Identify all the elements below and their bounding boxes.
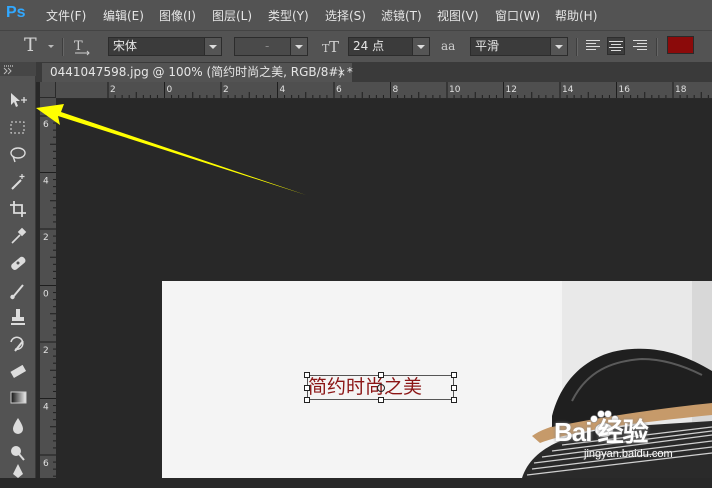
- ruler-label: 4: [280, 85, 286, 95]
- menu-filter[interactable]: 滤镜(T): [381, 7, 422, 24]
- history-brush-tool-icon[interactable]: [6, 333, 30, 355]
- gradient-tool-icon[interactable]: [6, 387, 30, 409]
- ruler-label: 18: [675, 85, 687, 95]
- transform-handle[interactable]: [451, 397, 457, 403]
- transform-handle[interactable]: [378, 397, 384, 403]
- ruler-label: 2: [110, 85, 116, 95]
- menu-window[interactable]: 窗口(W): [495, 7, 540, 24]
- text-tool-preset-icon[interactable]: T: [24, 34, 37, 56]
- menu-help[interactable]: 帮助(H): [555, 7, 597, 24]
- align-center-button[interactable]: [607, 37, 625, 55]
- antialias-select[interactable]: 平滑: [470, 37, 568, 56]
- svg-text:T: T: [329, 38, 339, 56]
- font-style-select[interactable]: -: [234, 37, 308, 56]
- pen-tool-icon[interactable]: [6, 462, 30, 484]
- menu-bar: Ps 文件(F) 编辑(E) 图像(I) 图层(L) 类型(Y) 选择(S) 滤…: [0, 0, 712, 30]
- eraser-tool-icon[interactable]: [6, 360, 30, 382]
- ruler-label: 4: [43, 403, 49, 413]
- vertical-ruler[interactable]: 6 4 2 0 2 4 6: [40, 98, 57, 478]
- ruler-label: 6: [43, 459, 49, 469]
- chevron-down-icon: [290, 38, 307, 55]
- dodge-tool-icon[interactable]: [6, 441, 30, 463]
- menu-image[interactable]: 图像(I): [159, 7, 196, 24]
- tools-panel-header[interactable]: [0, 62, 36, 76]
- font-family-select[interactable]: 宋体: [108, 37, 222, 56]
- transform-handle[interactable]: [378, 372, 384, 378]
- menu-type[interactable]: 类型(Y): [268, 7, 309, 24]
- ruler-label: 6: [43, 120, 49, 130]
- antialias-icon: aa: [441, 39, 456, 53]
- move-tool-icon[interactable]: [6, 90, 30, 112]
- transform-handle[interactable]: [451, 372, 457, 378]
- ruler-label: 10: [449, 85, 461, 95]
- clone-stamp-tool-icon[interactable]: [6, 306, 30, 328]
- menu-edit[interactable]: 编辑(E): [103, 7, 144, 24]
- preset-dropdown-icon[interactable]: [48, 45, 54, 48]
- watermark-brand: Bai 经验: [554, 417, 649, 447]
- ruler-origin[interactable]: [40, 82, 56, 98]
- options-bar: T T 宋体 - TT 24 点 aa 平滑: [0, 30, 712, 64]
- ruler-label: 2: [223, 85, 229, 95]
- menu-view[interactable]: 视图(V): [437, 7, 479, 24]
- text-orientation-icon[interactable]: T: [72, 37, 92, 57]
- font-size-icon: TT: [322, 37, 344, 57]
- transform-handle[interactable]: [304, 372, 310, 378]
- antialias-value: 平滑: [475, 39, 500, 53]
- ruler-label: 16: [619, 85, 631, 95]
- watermark-url: jingyan.baidu.com: [584, 448, 673, 460]
- close-icon[interactable]: ×: [337, 63, 346, 82]
- eyedropper-tool-icon[interactable]: [6, 225, 30, 247]
- horizontal-ruler[interactable]: 2 0 2 4 6 8 10 12 14 16 18: [56, 82, 712, 99]
- transform-handle[interactable]: [304, 397, 310, 403]
- text-color-swatch[interactable]: [667, 36, 694, 54]
- transform-handle[interactable]: [451, 385, 457, 391]
- menu-file[interactable]: 文件(F): [46, 7, 86, 24]
- menu-layer[interactable]: 图层(L): [212, 7, 252, 24]
- ruler-label: 6: [336, 85, 342, 95]
- chevron-down-icon: [412, 38, 429, 55]
- ruler-label: 0: [167, 85, 173, 95]
- healing-brush-tool-icon[interactable]: [6, 252, 30, 274]
- align-left-button[interactable]: [584, 37, 602, 55]
- font-family-value: 宋体: [113, 39, 138, 53]
- baidu-jingyan-watermark: Bai 经验 jingyan.baidu.com: [548, 402, 712, 462]
- chevron-down-icon: [550, 38, 567, 55]
- ruler-label: 12: [506, 85, 517, 95]
- transform-handle[interactable]: [304, 385, 310, 391]
- ruler-label: 2: [43, 233, 49, 243]
- ruler-label: 2: [43, 346, 49, 356]
- reference-point-icon[interactable]: [377, 384, 385, 392]
- menu-select[interactable]: 选择(S): [325, 7, 366, 24]
- ruler-label: 4: [43, 177, 49, 187]
- marquee-tool-icon[interactable]: [6, 117, 30, 139]
- ruler-label: 0: [43, 290, 49, 300]
- font-size-select[interactable]: 24 点: [348, 37, 430, 56]
- document-tab-title: 0441047598.jpg @ 100% (简约时尚之美, RGB/8#) *: [50, 65, 353, 79]
- ruler-label: 8: [393, 85, 399, 95]
- font-size-value: 24 点: [353, 39, 385, 53]
- chevron-down-icon: [204, 38, 221, 55]
- blur-tool-icon[interactable]: [6, 414, 30, 436]
- svg-text:T: T: [74, 39, 83, 54]
- align-right-button[interactable]: [631, 37, 649, 55]
- lasso-tool-icon[interactable]: [6, 144, 30, 166]
- tools-panel: [0, 76, 36, 478]
- font-style-value: -: [265, 39, 270, 53]
- crop-tool-icon[interactable]: [6, 198, 30, 220]
- ruler-label: 14: [562, 85, 574, 95]
- document-tab[interactable]: 0441047598.jpg @ 100% (简约时尚之美, RGB/8#) *…: [42, 63, 353, 82]
- magic-wand-tool-icon[interactable]: [6, 171, 30, 193]
- brush-tool-icon[interactable]: [6, 279, 30, 301]
- photoshop-logo: Ps: [6, 4, 26, 21]
